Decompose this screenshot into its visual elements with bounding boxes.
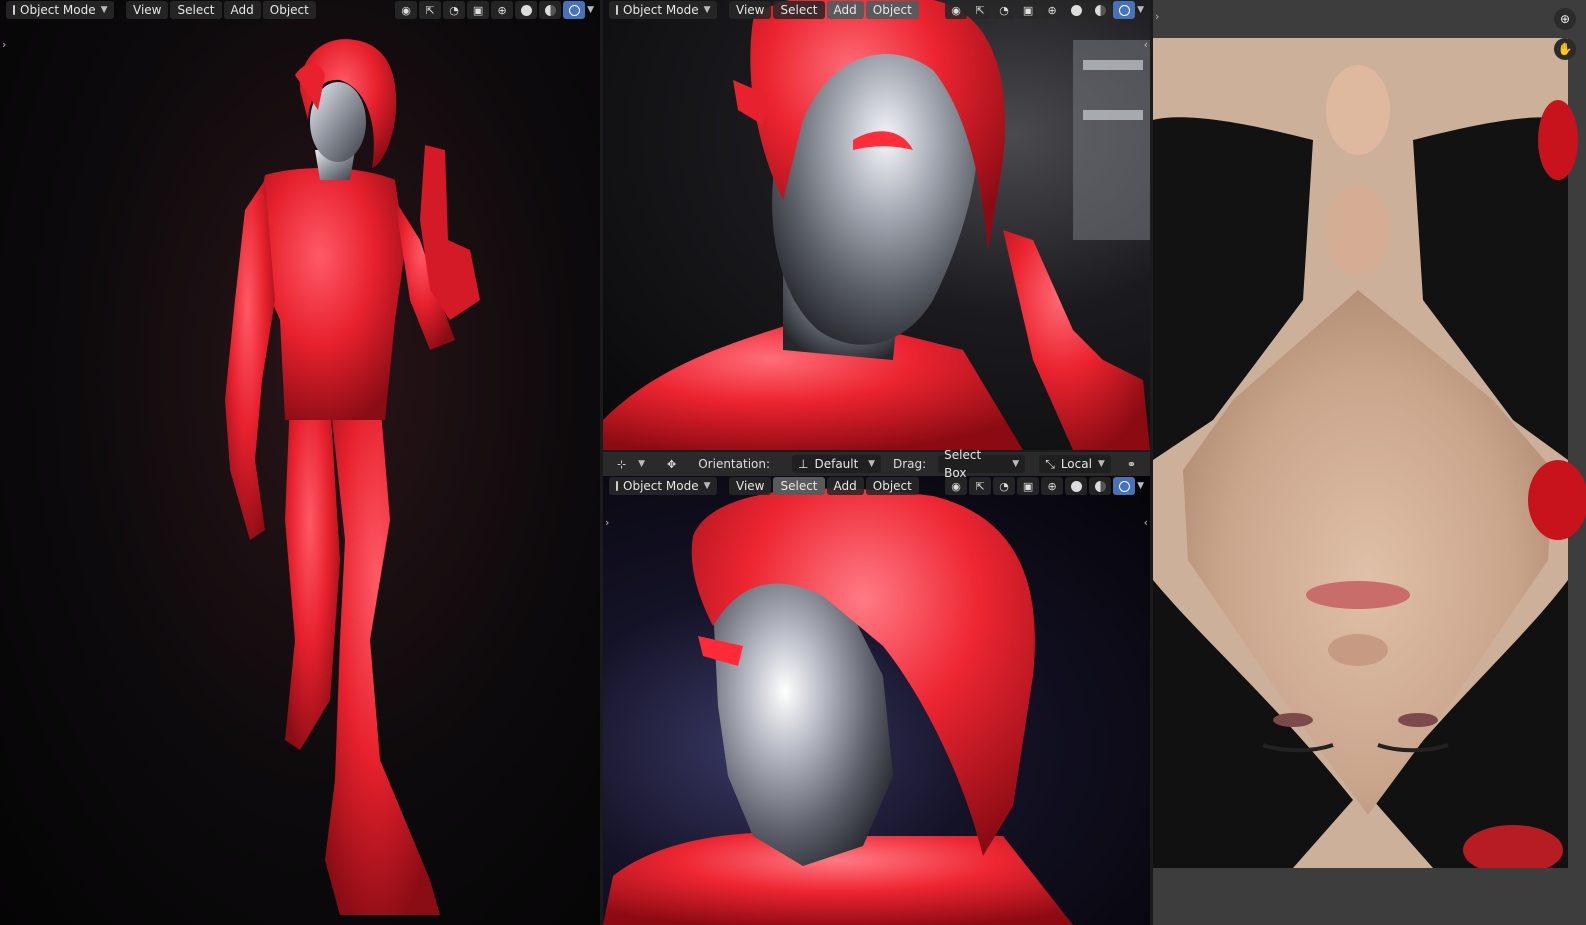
orientation-dropdown[interactable]: ⊥ Default ▼ xyxy=(792,455,881,473)
menu-add-bottom[interactable]: Add xyxy=(826,477,864,495)
object-mode-icon xyxy=(616,5,618,15)
shading-options-chevron-icon[interactable]: ▼ xyxy=(1137,5,1144,15)
chevron-down-icon: ▼ xyxy=(868,459,875,469)
wireframe-shading-icon[interactable]: ⊕ xyxy=(1041,1,1064,19)
hand-icon[interactable]: ✋ xyxy=(1554,38,1576,60)
gizmo-icon[interactable]: ⇱ xyxy=(419,1,442,19)
menu-add-top[interactable]: Add xyxy=(826,1,864,19)
object-mode-icon xyxy=(13,5,15,15)
solid-shading-icon[interactable] xyxy=(1065,477,1088,495)
chevron-down-icon: ▼ xyxy=(1012,459,1020,469)
overlay-icon[interactable]: ◔ xyxy=(993,1,1016,19)
eye-icon[interactable]: ◉ xyxy=(945,1,968,19)
object-mode-icon xyxy=(616,481,618,491)
viewport-top-header: Object Mode ▼ View Select Add Object ◉ ⇱… xyxy=(603,0,1150,20)
shading-options-chevron-icon[interactable]: ▼ xyxy=(1137,481,1144,491)
material-shading-icon[interactable] xyxy=(1089,1,1112,19)
image-editor-bottom-strip xyxy=(1153,868,1586,925)
rendered-shading-icon[interactable] xyxy=(1113,477,1136,495)
menu-view-bottom[interactable]: View xyxy=(729,477,772,495)
zoom-icon[interactable]: ⊕ xyxy=(1554,8,1576,30)
move-icon[interactable]: ✥ xyxy=(661,455,682,473)
gizmo-icon[interactable]: ⇱ xyxy=(969,1,992,19)
transform-icon[interactable]: ⊹ xyxy=(611,455,632,473)
chevron-down-icon: ▼ xyxy=(703,481,711,491)
character-model-full-body xyxy=(225,39,480,915)
viewport-left-header: Object Mode ▼ View Select Add Object ◉ ⇱… xyxy=(0,0,600,20)
chevron-down-icon: ▼ xyxy=(703,5,711,15)
xray-icon[interactable]: ▣ xyxy=(467,1,490,19)
rendered-shading-icon[interactable] xyxy=(1113,1,1136,19)
menu-view-left[interactable]: View xyxy=(126,1,169,19)
menu-select-left[interactable]: Select xyxy=(170,1,222,19)
toolbar-expand-icon[interactable]: › xyxy=(2,38,6,51)
wireframe-shading-icon[interactable]: ⊕ xyxy=(1041,477,1064,495)
sidebar-expand-icon[interactable]: ‹ xyxy=(1144,38,1148,51)
rendered-shading-icon[interactable] xyxy=(563,1,586,19)
eye-icon[interactable]: ◉ xyxy=(395,1,418,19)
xray-icon[interactable]: ▣ xyxy=(1017,1,1040,19)
drag-label: Drag: xyxy=(892,457,927,471)
viewport-left[interactable]: Object Mode ▼ View Select Add Object ◉ ⇱… xyxy=(0,0,600,925)
tool-settings-header: ⊹ ▼ ✥ Orientation: ⊥ Default ▼ Drag: Sel… xyxy=(603,448,1150,480)
toolbar-expand-icon[interactable]: › xyxy=(1155,10,1159,23)
solid-shading-icon[interactable] xyxy=(515,1,538,19)
drag-dropdown[interactable]: Select Box ▼ xyxy=(938,448,1026,480)
orientation-axis-icon: ⊥ xyxy=(798,457,809,471)
material-shading-icon[interactable] xyxy=(1089,477,1112,495)
sidebar-expand-icon[interactable]: ‹ xyxy=(1144,516,1148,529)
chevron-down-icon: ▼ xyxy=(100,5,108,15)
menu-view-top[interactable]: View xyxy=(729,1,772,19)
material-shading-icon[interactable] xyxy=(539,1,562,19)
menu-object-left[interactable]: Object xyxy=(262,1,316,19)
menu-object-top[interactable]: Object xyxy=(865,1,919,19)
menu-select-top[interactable]: Select xyxy=(773,1,825,19)
mode-dropdown-top[interactable]: Object Mode ▼ xyxy=(609,1,717,19)
face-texture-image xyxy=(1153,38,1586,875)
character-model-head-side xyxy=(603,488,1073,925)
pivot-dropdown[interactable]: ⤡ Local ▼ xyxy=(1039,455,1111,473)
link-icon[interactable]: ⚭ xyxy=(1121,455,1142,473)
viewport-top-middle[interactable]: Object Mode ▼ View Select Add Object ◉ ⇱… xyxy=(603,0,1150,450)
solid-shading-icon[interactable] xyxy=(1065,1,1088,19)
chevron-down-icon: ▼ xyxy=(1097,459,1105,469)
overlay-icon[interactable]: ◔ xyxy=(443,1,466,19)
image-editor[interactable]: ⊕ ✋ › xyxy=(1153,0,1586,925)
pivot-local-icon: ⤡ xyxy=(1045,457,1055,471)
menu-select-bottom[interactable]: Select xyxy=(773,477,825,495)
xray-icon[interactable]: ▣ xyxy=(1017,477,1040,495)
menu-object-bottom[interactable]: Object xyxy=(865,477,919,495)
mode-dropdown-left[interactable]: Object Mode ▼ xyxy=(6,1,114,19)
orientation-label: Orientation: xyxy=(698,457,771,471)
toolbar-expand-icon[interactable]: › xyxy=(605,516,609,529)
viewport-bottom-header: Object Mode ▼ View Select Add Object ◉ ⇱… xyxy=(603,476,1150,496)
viewport-bottom-middle[interactable]: Object Mode ▼ View Select Add Object ◉ ⇱… xyxy=(603,476,1150,925)
menu-add-left[interactable]: Add xyxy=(223,1,261,19)
mode-dropdown-bottom[interactable]: Object Mode ▼ xyxy=(609,477,717,495)
character-model-head-closeup xyxy=(603,0,1150,450)
chevron-down-icon[interactable]: ▼ xyxy=(638,459,645,469)
wireframe-shading-icon[interactable]: ⊕ xyxy=(491,1,514,19)
shading-options-chevron-icon[interactable]: ▼ xyxy=(587,5,594,15)
